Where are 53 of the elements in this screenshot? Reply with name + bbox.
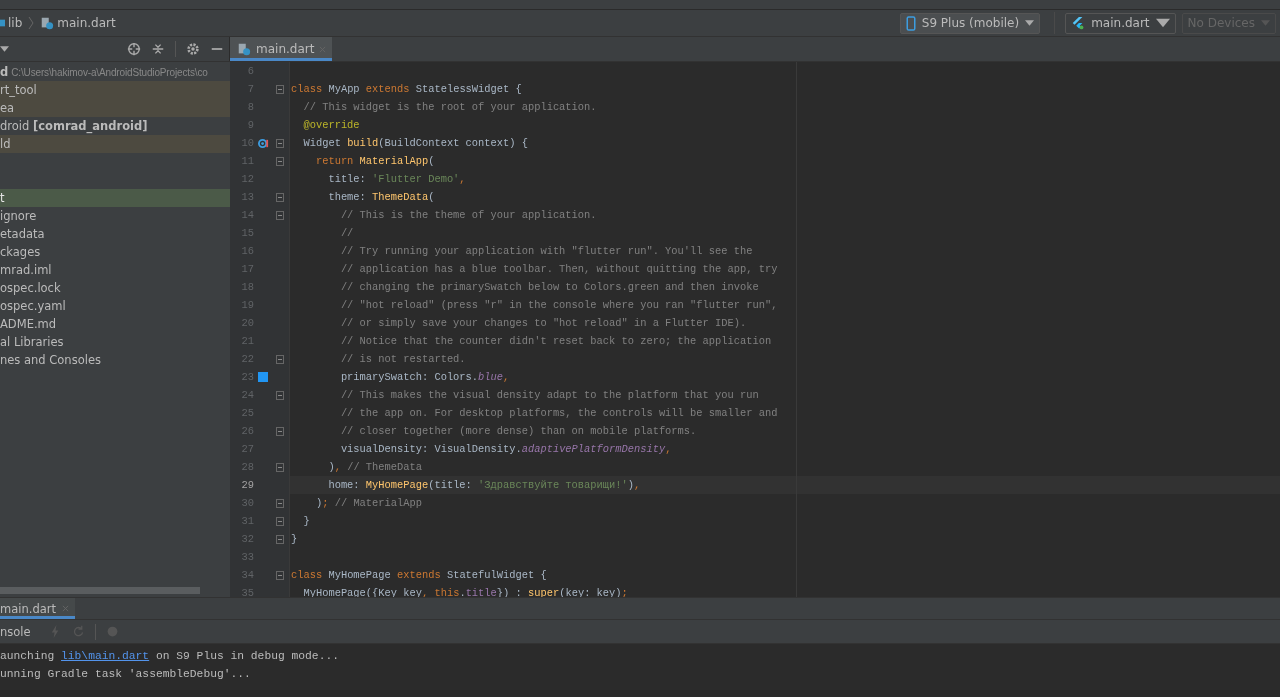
tree-item[interactable]: al Libraries	[0, 333, 230, 351]
code-line: }	[290, 532, 298, 547]
code-line: // Notice that the counter didn't reset back to zero; the application	[339, 334, 772, 349]
editor-tab[interactable]: main.dart	[230, 37, 333, 61]
run-tab[interactable]: main.dart	[0, 598, 75, 619]
tree-item[interactable]: ckages	[0, 243, 230, 261]
line-number: 29	[240, 478, 254, 493]
code-line: visualDensity: VisualDensity.adaptivePlatformDensity,	[339, 442, 672, 457]
code-line: // closer together (more dense) than on mobile platforms.	[339, 424, 697, 439]
tree-item[interactable]: ospec.yaml	[0, 297, 230, 315]
code-line: ), // ThemeData	[327, 460, 422, 475]
code-line: home: MyHomePage(title: 'Здравствуйте товарищи!'),	[327, 478, 641, 493]
code-line: return MaterialApp(	[314, 154, 435, 169]
console-tab[interactable]: nsole	[0, 624, 31, 639]
tree-item[interactable]: etadata	[0, 225, 230, 243]
tree-item[interactable]: rt_tool	[0, 81, 230, 99]
code-line: ); // MaterialApp	[314, 496, 422, 511]
code-line: theme: ThemeData(	[327, 190, 435, 205]
code-line: // or simply save your changes to "hot reload" in a Flutter IDE).	[339, 316, 747, 331]
code-line: // This is the theme of your application.	[339, 208, 597, 223]
breadcrumb[interactable]: main.dart	[57, 16, 116, 30]
file-link[interactable]: lib\main.dart	[61, 650, 150, 662]
tree-item[interactable]: droid [comrad_android]	[0, 117, 230, 135]
run-config-dropdown[interactable]: main.dart	[1065, 12, 1176, 34]
breadcrumb[interactable]: lib	[8, 16, 23, 30]
tree-item[interactable]: ADME.md	[0, 315, 230, 333]
tree-item[interactable]: d C:\Users\hakimov-a\AndroidStudioProjects\co	[0, 63, 230, 81]
code-line: // "hot reload" (press "r" in the console where you ran "flutter run",	[339, 298, 778, 313]
tree-item[interactable]: ignore	[0, 207, 230, 225]
console-line: aunching lib\main.dart on S9 Plus in debug mode...	[0, 649, 340, 664]
tree-item[interactable]: ld	[0, 135, 230, 153]
code-line: // is not restarted.	[339, 352, 466, 367]
code-line: class MyHomePage extends StatefulWidget {	[290, 568, 547, 583]
tree-item[interactable]: nes and Consoles	[0, 351, 230, 369]
code-line: title: 'Flutter Demo',	[327, 172, 466, 187]
code-line: // Try running your application with "flutter run". You'll see the	[339, 244, 753, 259]
console-line: unning Gradle task 'assembleDebug'...	[0, 667, 252, 682]
code-line: //	[339, 226, 354, 241]
code-line: // This widget is the root of your application.	[302, 100, 597, 115]
code-line: }	[302, 514, 310, 529]
code-line: // This makes the visual density adapt to the platform that you run	[339, 388, 759, 403]
tree-item[interactable]: ospec.lock	[0, 279, 230, 297]
code-line: // changing the primarySwatch below to Colors.green and then invoke	[339, 280, 759, 295]
code-line: primarySwatch: Colors.blue,	[339, 370, 510, 385]
device-dropdown[interactable]: S9 Plus (mobile)	[899, 12, 1041, 34]
code-line: // application has a blue toolbar. Then, without quitting the app, try	[339, 262, 778, 277]
tree-item[interactable]: t	[0, 189, 230, 207]
tree-item[interactable]: mrad.iml	[0, 261, 230, 279]
code-line: Widget build(BuildContext context) {	[302, 136, 528, 151]
tree-item[interactable]: ea	[0, 99, 230, 117]
code-line: @override	[302, 118, 360, 133]
code-line: class MyApp extends StatelessWidget {	[290, 82, 522, 97]
code-line: // the app on. For desktop platforms, the controls will be smaller and	[339, 406, 778, 421]
